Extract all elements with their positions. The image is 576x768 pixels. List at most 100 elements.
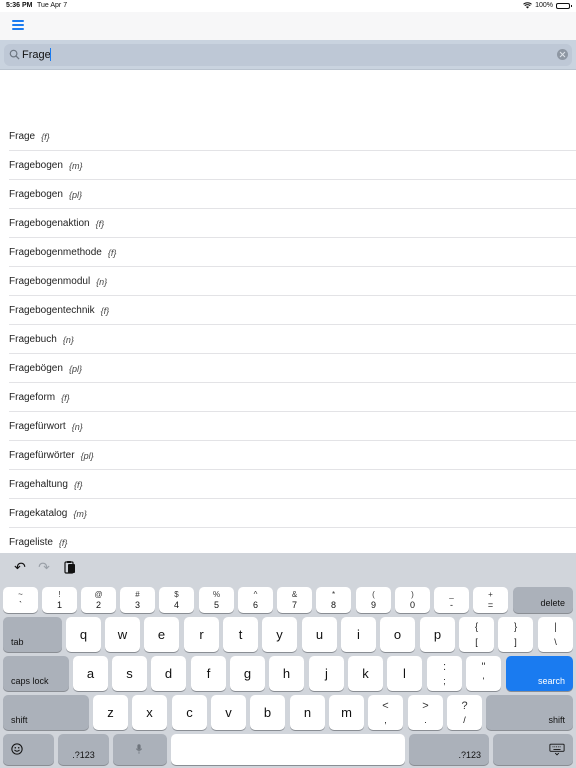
key-backslash[interactable]: | \ [538, 617, 573, 652]
key-label: t [238, 627, 243, 642]
key-label: s [126, 666, 133, 681]
key-label: i [357, 627, 360, 642]
key-9[interactable]: (9 [356, 587, 391, 613]
key-a[interactable]: a [73, 656, 108, 691]
key-8[interactable]: * 8 [316, 587, 351, 613]
key-b[interactable]: b [250, 695, 285, 730]
list-item[interactable]: Fragebogenaktion {f} [0, 209, 576, 238]
result-gender: {f} [73, 479, 83, 490]
wifi-icon [523, 2, 532, 9]
list-item[interactable]: Fragefürwörter {pl} [0, 441, 576, 470]
key-j[interactable]: j [309, 656, 344, 691]
key-i[interactable]: i [341, 617, 376, 652]
space-key[interactable] [171, 734, 405, 765]
key-4[interactable]: $4 [159, 587, 194, 613]
key-upper: & [291, 590, 298, 599]
list-item[interactable]: Fragebogenmethode {f} [0, 238, 576, 267]
list-item[interactable]: Fragebogenmodul {n} [0, 267, 576, 296]
key-y[interactable]: y [262, 617, 297, 652]
list-item[interactable]: Fragebogentechnik {f} [0, 296, 576, 325]
key-g[interactable]: g [230, 656, 265, 691]
key-e[interactable]: e [144, 617, 179, 652]
key-n[interactable]: n [290, 695, 325, 730]
list-item[interactable]: Frageform {f} [0, 383, 576, 412]
key-label: shift [548, 715, 565, 725]
key-x[interactable]: x [132, 695, 167, 730]
shift-right-key[interactable]: shift [486, 695, 573, 730]
list-item[interactable]: Fragebogen {pl} [0, 180, 576, 209]
clear-search-icon[interactable] [557, 49, 568, 60]
key-upper: < [382, 700, 389, 712]
key-comma[interactable]: <, [368, 695, 403, 730]
list-item[interactable]: Frageliste {f} [0, 528, 576, 553]
key-lower: ; [443, 676, 446, 686]
key-0[interactable]: ) 0 [395, 587, 430, 613]
caps-lock-key[interactable]: caps lock [3, 656, 69, 691]
dictation-key[interactable] [113, 734, 167, 765]
key-period[interactable]: >. [408, 695, 443, 730]
key-bracket-right[interactable]: }] [498, 617, 533, 652]
list-item[interactable]: Frage {f} [0, 122, 576, 151]
paste-icon[interactable] [63, 560, 77, 574]
key-5[interactable]: % 5 [199, 587, 234, 613]
key-lower: 1 [56, 600, 62, 610]
key-label: tab [11, 637, 24, 647]
list-item[interactable]: Fragebuch {n} [0, 325, 576, 354]
hide-keyboard-key[interactable] [493, 734, 573, 765]
list-item[interactable]: Fragefürwort {n} [0, 412, 576, 441]
key-m[interactable]: m [329, 695, 364, 730]
emoji-key[interactable] [3, 734, 54, 765]
key-label: k [362, 666, 369, 681]
search-key[interactable]: search [506, 656, 573, 691]
search-field[interactable] [4, 44, 572, 66]
numbers-key-left[interactable]: .?123 [58, 734, 109, 765]
key-v[interactable]: v [211, 695, 246, 730]
delete-key[interactable]: delete [513, 587, 573, 613]
list-item[interactable]: Fragekatalog {m} [0, 499, 576, 528]
key-q[interactable]: q [66, 617, 101, 652]
numbers-key-right[interactable]: .?123 [409, 734, 489, 765]
key-l[interactable]: l [387, 656, 422, 691]
key-upper: | [554, 622, 557, 633]
shift-left-key[interactable]: shift [3, 695, 89, 730]
key-p[interactable]: p [420, 617, 455, 652]
list-item[interactable]: Fragebögen {pl} [0, 354, 576, 383]
key-k[interactable]: k [348, 656, 383, 691]
key-label: search [537, 676, 565, 686]
key-z[interactable]: z [93, 695, 128, 730]
key-semicolon[interactable]: :; [427, 656, 462, 691]
key-backtick[interactable]: ~ ` [3, 587, 38, 613]
key-6[interactable]: ^ 6 [238, 587, 273, 613]
key-equals[interactable]: + = [473, 587, 508, 613]
key-bracket-left[interactable]: {[ [459, 617, 494, 652]
list-item[interactable]: Fragehaltung {f} [0, 470, 576, 499]
key-o[interactable]: o [380, 617, 415, 652]
key-s[interactable]: s [112, 656, 147, 691]
undo-icon[interactable]: ↶ [13, 559, 27, 575]
key-f[interactable]: f [191, 656, 226, 691]
key-2[interactable]: @2 [81, 587, 116, 613]
key-r[interactable]: r [184, 617, 219, 652]
microphone-icon [135, 744, 143, 754]
key-h[interactable]: h [269, 656, 304, 691]
menu-icon[interactable] [12, 20, 24, 30]
key-minus[interactable]: _ - [434, 587, 469, 613]
key-d[interactable]: d [151, 656, 186, 691]
key-7[interactable]: & 7 [277, 587, 312, 613]
key-label: v [225, 705, 232, 720]
redo-icon[interactable]: ↷ [37, 559, 51, 575]
list-item[interactable]: Fragebogen {m} [0, 151, 576, 180]
search-input[interactable] [22, 47, 542, 63]
key-slash[interactable]: ? / [447, 695, 482, 730]
key-1[interactable]: ! 1 [42, 587, 77, 613]
key-c[interactable]: c [172, 695, 207, 730]
key-lower: , [384, 715, 387, 725]
key-t[interactable]: t [223, 617, 258, 652]
result-gender: {f} [58, 537, 68, 548]
key-u[interactable]: u [302, 617, 337, 652]
key-3[interactable]: #3 [120, 587, 155, 613]
key-quote[interactable]: " ' [466, 656, 501, 691]
key-w[interactable]: w [105, 617, 140, 652]
key-upper: + [488, 590, 493, 599]
tab-key[interactable]: tab [3, 617, 62, 652]
